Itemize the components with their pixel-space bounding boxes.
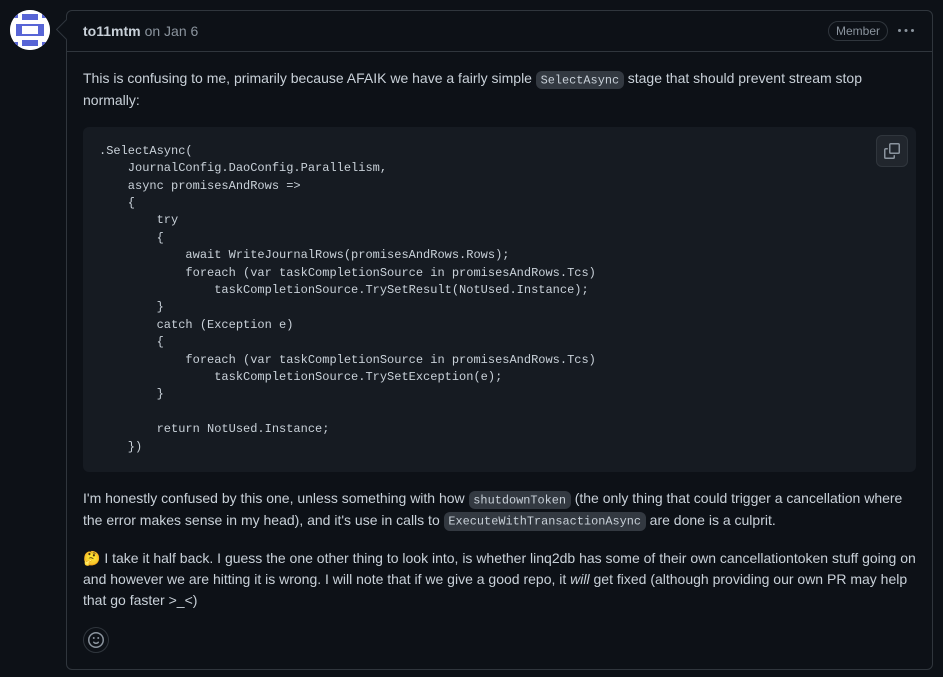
smiley-icon: [88, 632, 104, 648]
code-block-container: .SelectAsync( JournalConfig.DaoConfig.Pa…: [83, 127, 916, 472]
timestamp: on Jan 6: [145, 21, 199, 42]
paragraph-3: 🤔 I take it half back. I guess the one o…: [83, 548, 916, 611]
member-badge: Member: [828, 21, 888, 41]
inline-code-shutdowntoken: shutdownToken: [469, 491, 571, 510]
inline-code-selectasync: SelectAsync: [536, 71, 624, 90]
kebab-menu-icon[interactable]: [896, 19, 916, 43]
copy-icon: [884, 143, 900, 159]
paragraph-2: I'm honestly confused by this one, unles…: [83, 488, 916, 532]
copy-button[interactable]: [876, 135, 908, 167]
emphasis-will: will: [570, 571, 589, 587]
avatar[interactable]: [10, 10, 50, 50]
text: I'm honestly confused by this one, unles…: [83, 490, 469, 506]
comment-header: to11mtm on Jan 6 Member: [67, 11, 932, 52]
inline-code-executewithtransactionasync: ExecuteWithTransactionAsync: [444, 512, 646, 531]
author-link[interactable]: to11mtm: [83, 21, 141, 42]
add-reaction-button[interactable]: [83, 627, 109, 653]
text: are done is a culprit.: [646, 512, 776, 528]
text: This is confusing to me, primarily becau…: [83, 70, 536, 86]
thinking-emoji: 🤔: [83, 550, 100, 566]
code-block[interactable]: .SelectAsync( JournalConfig.DaoConfig.Pa…: [83, 127, 916, 472]
comment-container: to11mtm on Jan 6 Member This is confusin…: [10, 10, 933, 670]
paragraph-1: This is confusing to me, primarily becau…: [83, 68, 916, 111]
comment-body: This is confusing to me, primarily becau…: [67, 52, 932, 669]
comment-box: to11mtm on Jan 6 Member This is confusin…: [66, 10, 933, 670]
